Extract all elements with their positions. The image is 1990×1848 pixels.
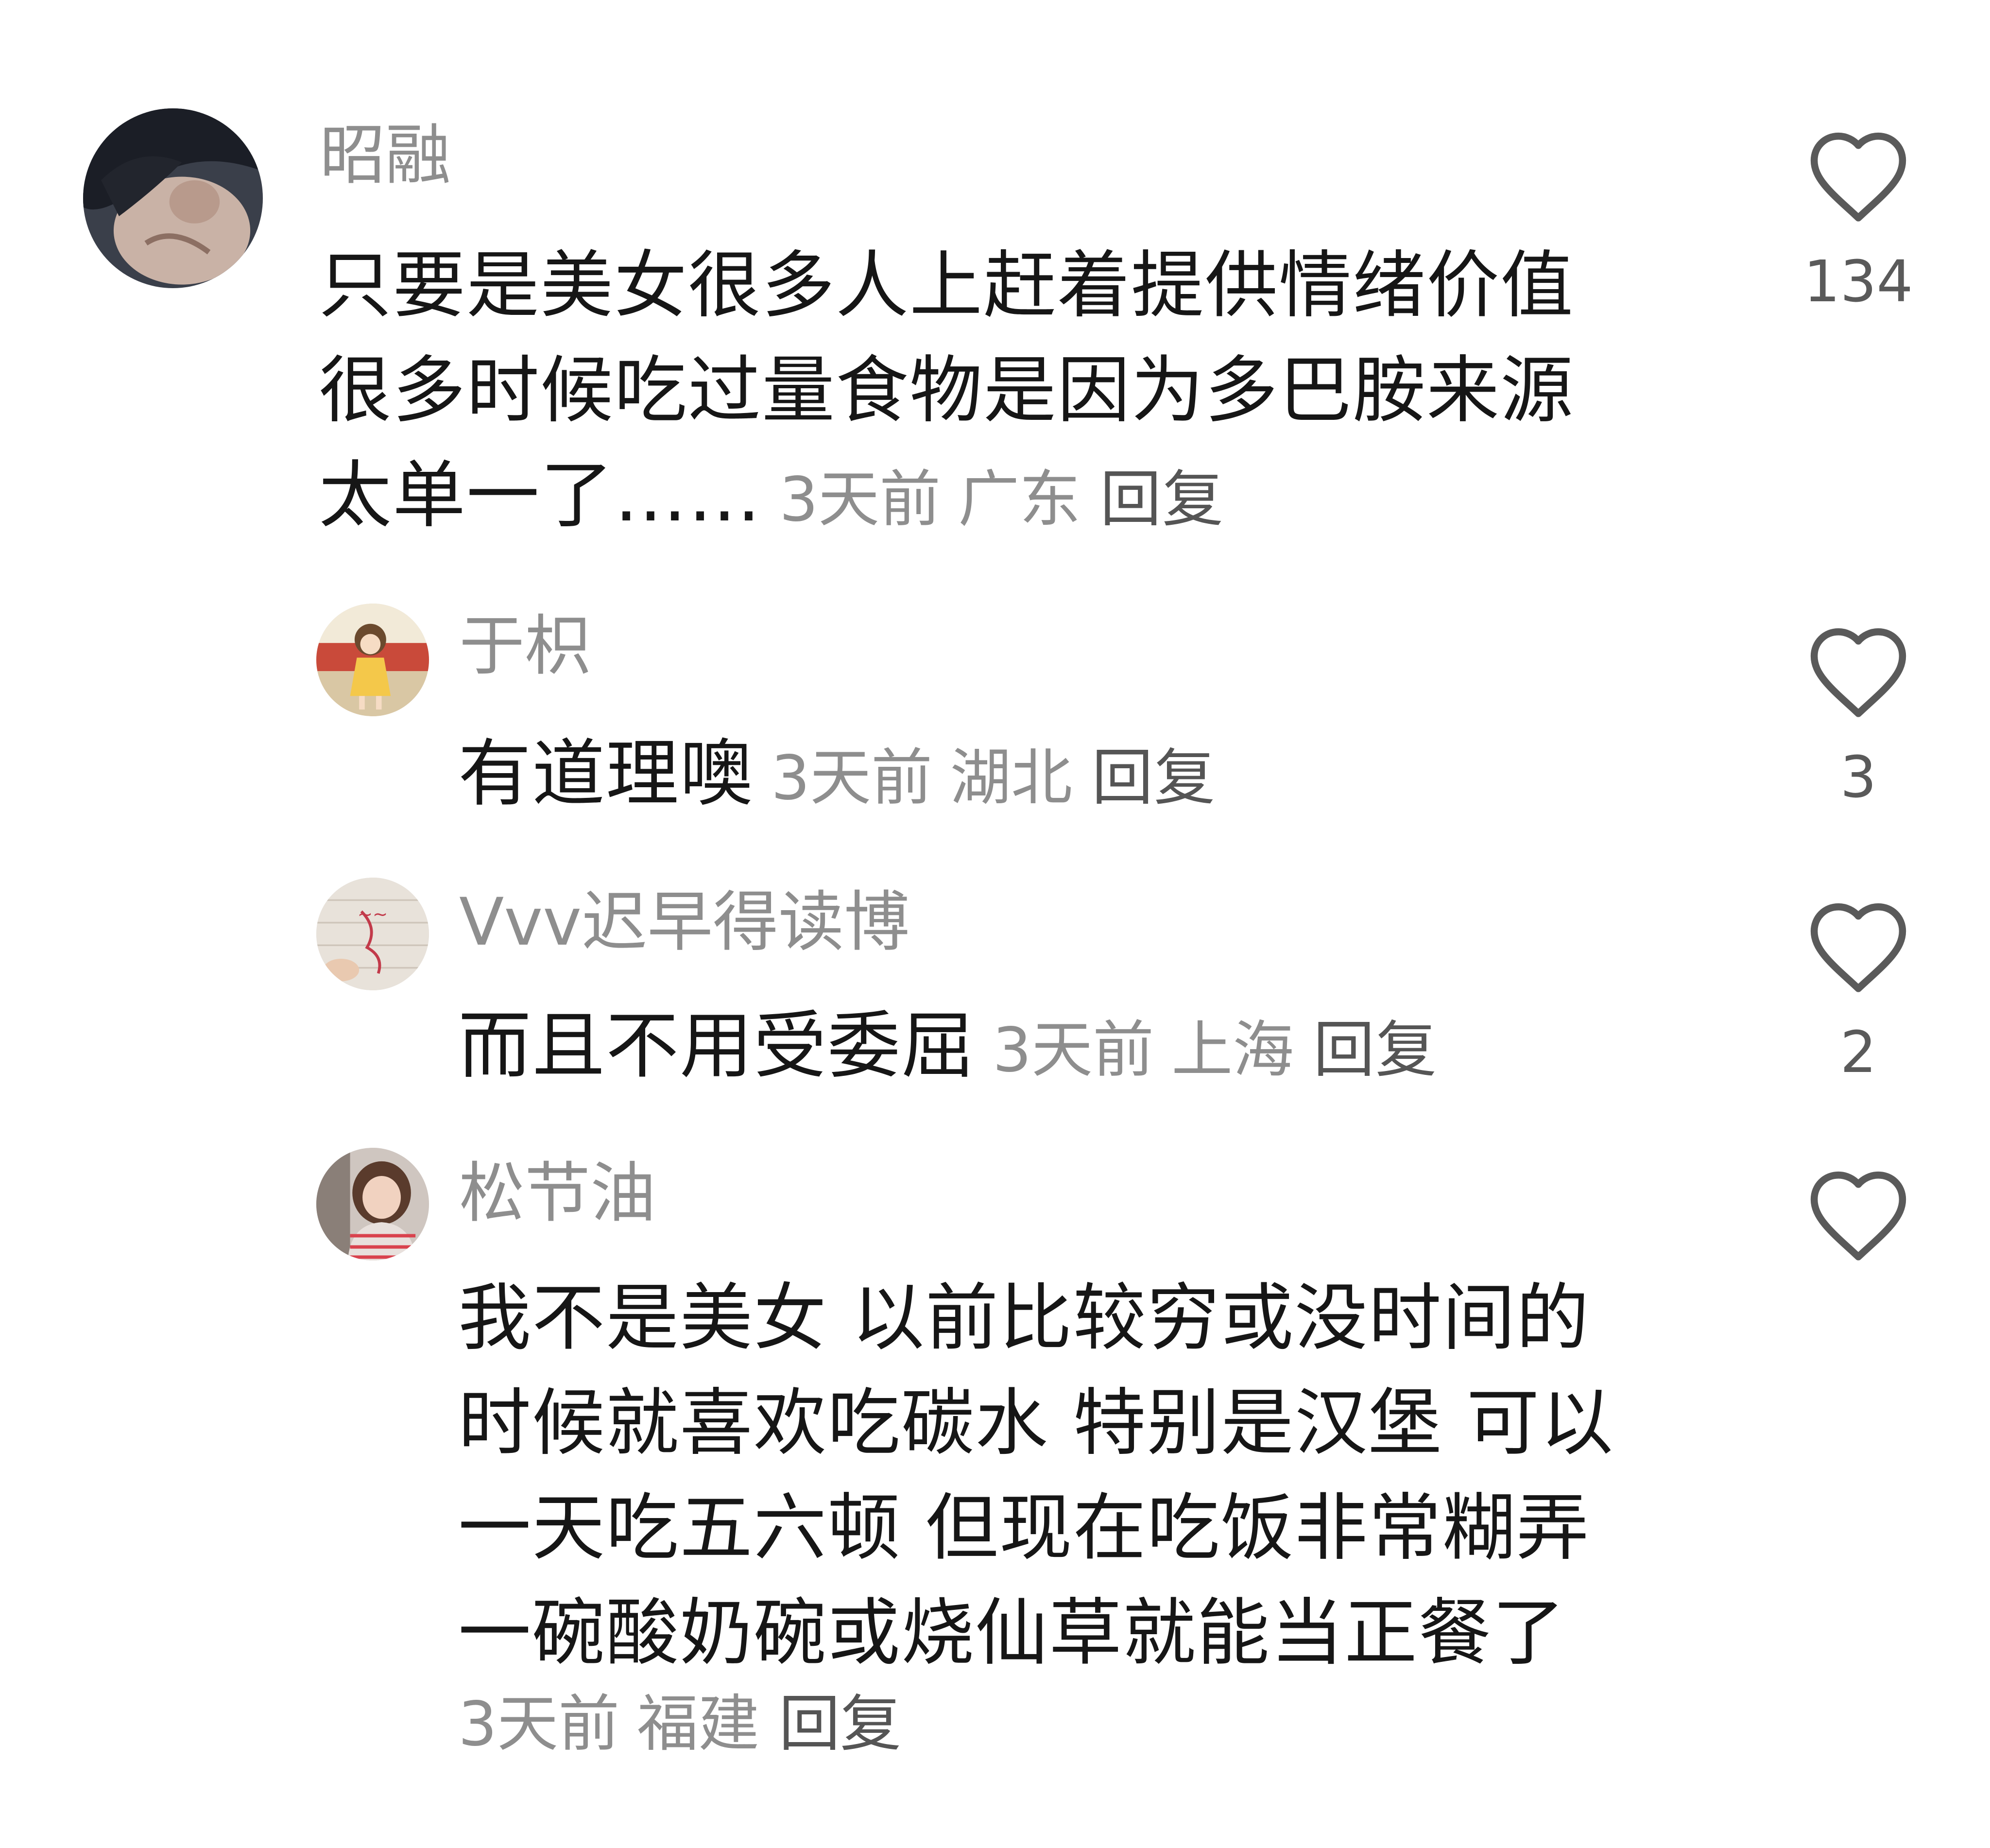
comment-time: 3天前 (458, 1688, 620, 1760)
comment-text: 而且不用受委屈 3天前 上海 回复 (458, 994, 1673, 1103)
comment-username[interactable]: 于枳 (459, 613, 590, 679)
comment-location: 福建 (637, 1688, 760, 1760)
comment-text-line: 时候就喜欢吃碳水 特别是汉堡 可以 (458, 1381, 1614, 1466)
reply-button[interactable]: 回复 (1092, 742, 1216, 813)
avatar[interactable]: ~~ (316, 878, 429, 990)
avatar[interactable] (316, 1148, 429, 1261)
comment-text: 有道理噢 3天前 湖北 回复 (458, 722, 1673, 830)
like-count: 3 (1840, 743, 1877, 811)
like-button[interactable] (1798, 1166, 1919, 1292)
comment-text-line-with-meta: 太单一了…… 3天前 广东 回复 (319, 443, 1660, 552)
like-count: 134 (1803, 248, 1913, 315)
reply-button[interactable]: 回复 (1100, 464, 1224, 535)
avatar[interactable] (316, 604, 429, 716)
comment-text-line: 我不是美女 以前比较穷或没时间的 (458, 1276, 1590, 1361)
reply-button[interactable]: 回复 (1313, 1014, 1438, 1086)
comment-text: 我不是美女 以前比较穷或没时间的 时候就喜欢吃碳水 特别是汉堡 可以 一天吃五六… (458, 1266, 1653, 1686)
reply-button[interactable]: 回复 (779, 1688, 901, 1760)
comment-text-line: 太单一了…… (319, 453, 762, 538)
comment-location: 上海 (1171, 1014, 1294, 1086)
like-button[interactable]: 134 (1798, 127, 1919, 310)
comment-time: 3天前 (771, 742, 933, 813)
comment-username[interactable]: 松节油 (459, 1160, 656, 1226)
heart-outline-icon (1810, 1171, 1906, 1261)
comment-time: 3天前 (993, 1014, 1154, 1086)
avatar[interactable] (83, 108, 263, 288)
comment-time: 3天前 (779, 464, 941, 535)
heart-outline-icon (1810, 903, 1906, 992)
like-button[interactable]: 2 (1798, 898, 1919, 1081)
heart-outline-icon (1810, 132, 1906, 222)
comment-text-line: 只要是美女很多人上赶着提供情绪价值 (319, 243, 1575, 328)
comment-text-line: 有道理噢 (458, 732, 754, 816)
comment-text: 只要是美女很多人上赶着提供情绪价值 很多时候吃过量食物是因为多巴胺来源 太单一了… (319, 233, 1660, 552)
heart-outline-icon (1810, 628, 1906, 717)
comment-username[interactable]: Vvv迟早得读博 (459, 889, 909, 955)
comment-text-line: 一天吃五六顿 但现在吃饭非常糊弄 (458, 1486, 1590, 1571)
comment-location: 湖北 (950, 742, 1073, 813)
comment-username[interactable]: 昭融 (320, 122, 451, 188)
comment-text-line: 很多时候吃过量食物是因为多巴胺来源 (319, 348, 1575, 433)
comment-text-line: 一碗酸奶碗或烧仙草就能当正餐了 (458, 1591, 1566, 1675)
comment-meta: 3天前 福建 回复 (458, 1693, 901, 1755)
svg-text:~~: ~~ (358, 904, 388, 925)
like-button[interactable]: 3 (1798, 623, 1919, 806)
like-count: 2 (1840, 1019, 1877, 1086)
comment-text-line: 而且不用受委屈 (458, 1004, 976, 1088)
comment-location: 广东 (958, 464, 1081, 535)
